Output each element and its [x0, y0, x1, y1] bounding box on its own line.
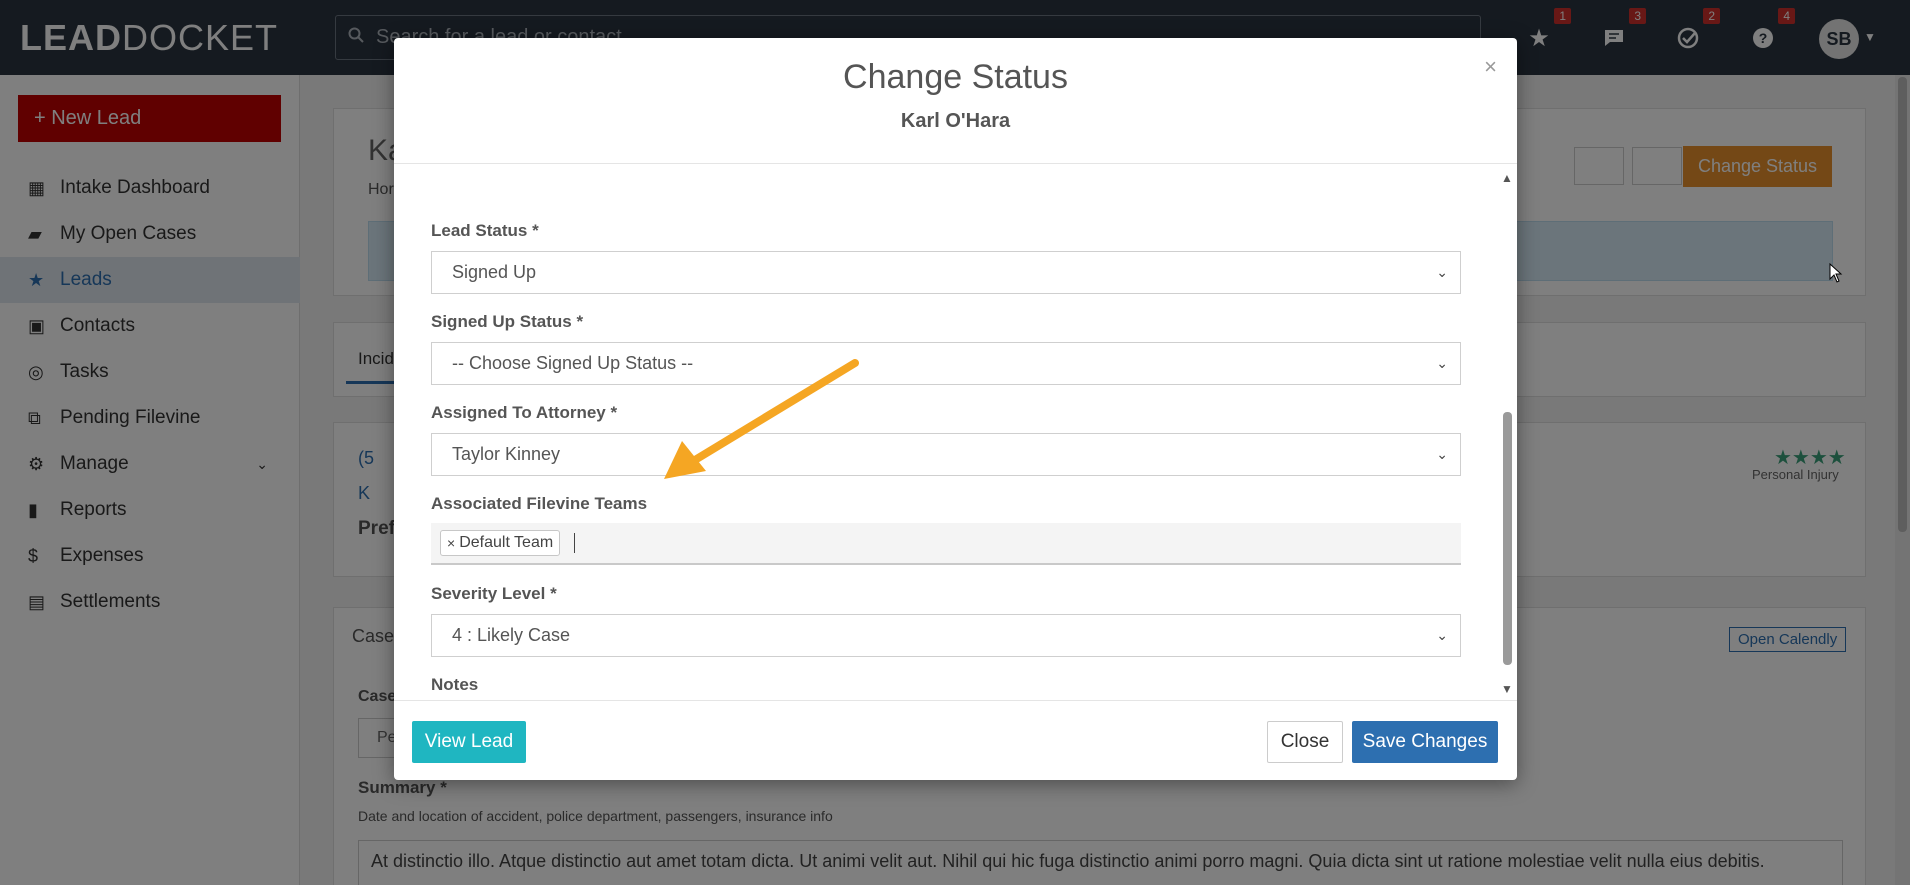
- severity-select[interactable]: 4 : Likely Case ⌄: [431, 614, 1461, 657]
- attorney-value: Taylor Kinney: [452, 444, 561, 464]
- severity-value: 4 : Likely Case: [452, 625, 571, 645]
- chevron-down-icon: ⌄: [1436, 264, 1448, 280]
- modal-header: Change Status Karl O'Hara ×: [394, 38, 1517, 164]
- filevine-teams-label: Associated Filevine Teams: [431, 494, 648, 513]
- team-tag: × Default Team: [440, 530, 561, 556]
- filevine-teams-input[interactable]: × Default Team: [431, 523, 1461, 565]
- scroll-up-icon[interactable]: ▲: [1501, 171, 1513, 185]
- notes-label: Notes: [431, 675, 479, 694]
- scroll-down-icon[interactable]: ▼: [1501, 682, 1513, 696]
- attorney-label: Assigned To Attorney *: [431, 403, 618, 422]
- modal-subtitle: Karl O'Hara: [900, 110, 1011, 132]
- close-button[interactable]: Close: [1267, 721, 1343, 763]
- view-lead-button[interactable]: View Lead: [412, 721, 526, 763]
- chevron-down-icon: ⌄: [1436, 446, 1448, 462]
- modal-footer: View Lead Close Save Changes: [394, 700, 1517, 780]
- attorney-select[interactable]: Taylor Kinney ⌄: [431, 433, 1461, 476]
- lead-status-value: Signed Up: [452, 262, 537, 282]
- modal-scrollbar[interactable]: ▲ ▼: [1497, 165, 1515, 700]
- remove-tag-icon[interactable]: ×: [447, 535, 455, 551]
- annotation-arrow-icon: [664, 359, 859, 479]
- text-cursor: [574, 533, 576, 553]
- modal-close-icon[interactable]: ×: [1484, 54, 1497, 80]
- lead-status-label: Lead Status *: [431, 221, 539, 240]
- modal-scrollbar-thumb[interactable]: [1503, 412, 1512, 665]
- lead-status-select[interactable]: Signed Up ⌄: [431, 251, 1461, 294]
- chevron-down-icon: ⌄: [1436, 627, 1448, 643]
- change-status-modal: Change Status Karl O'Hara × Lead Status …: [394, 38, 1517, 780]
- save-changes-button[interactable]: Save Changes: [1352, 721, 1498, 763]
- signed-up-status-select[interactable]: -- Choose Signed Up Status -- ⌄: [431, 342, 1461, 385]
- signed-up-status-label: Signed Up Status *: [431, 312, 584, 331]
- modal-body: Lead Status * Signed Up ⌄ Signed Up Stat…: [394, 165, 1517, 700]
- mouse-cursor-icon: [1829, 263, 1843, 283]
- chevron-down-icon: ⌄: [1436, 355, 1448, 371]
- severity-label: Severity Level *: [431, 584, 557, 603]
- team-tag-label: Default Team: [459, 534, 554, 551]
- modal-title: Change Status: [843, 58, 1068, 96]
